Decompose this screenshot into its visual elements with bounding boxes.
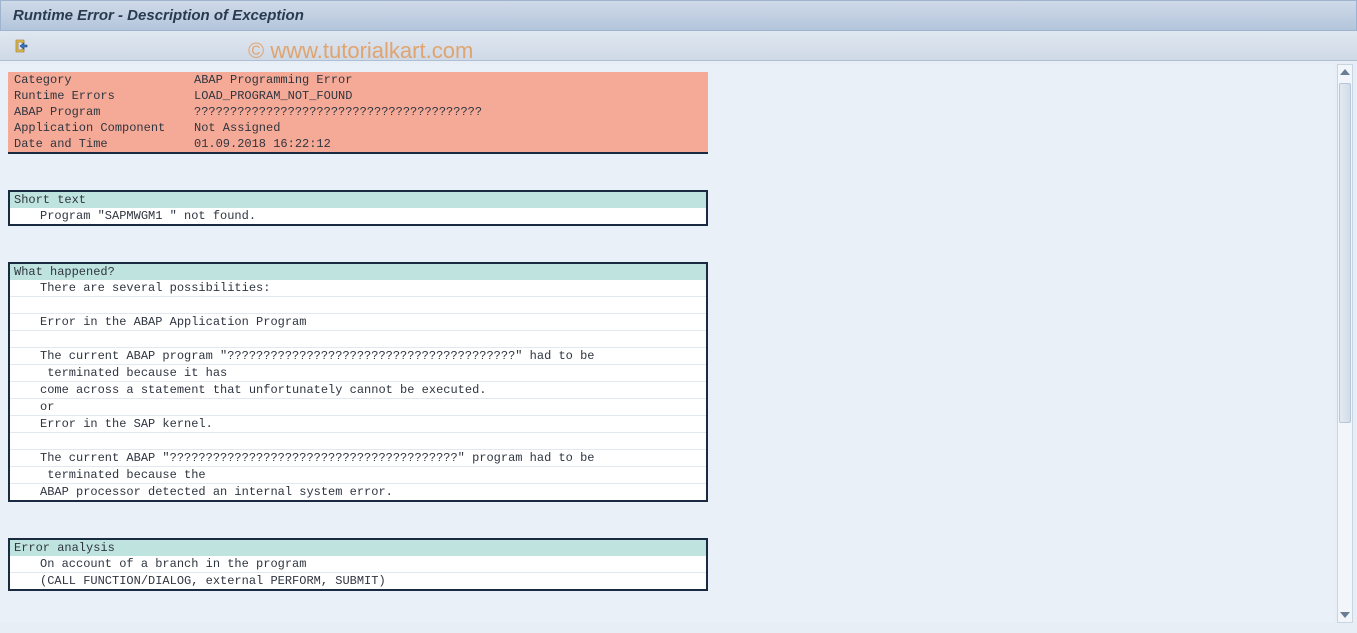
error-section: What happened?There are several possibil… — [8, 262, 708, 502]
scroll-thumb[interactable] — [1339, 83, 1351, 423]
section-title: What happened? — [10, 264, 706, 280]
scroll-down-arrow-icon[interactable] — [1340, 612, 1350, 618]
section-line: Error in the ABAP Application Program — [10, 313, 706, 330]
info-label: Runtime Errors — [8, 88, 188, 104]
info-value: LOAD_PROGRAM_NOT_FOUND — [188, 88, 708, 104]
section-line — [10, 296, 706, 313]
error-section: Short textProgram "SAPMWGM1 " not found. — [8, 190, 708, 226]
info-value: Not Assigned — [188, 120, 708, 136]
section-line: There are several possibilities: — [10, 280, 706, 296]
section-line — [10, 432, 706, 449]
section-body: There are several possibilities: Error i… — [10, 280, 706, 500]
section-line: terminated because the — [10, 466, 706, 483]
toolbar — [0, 31, 1357, 61]
info-value: ABAP Programming Error — [188, 72, 708, 88]
info-label: Application Component — [8, 120, 188, 136]
info-label: Date and Time — [8, 136, 188, 153]
section-line: or — [10, 398, 706, 415]
section-line: come across a statement that unfortunate… — [10, 381, 706, 398]
table-row: CategoryABAP Programming Error — [8, 72, 708, 88]
exit-button[interactable] — [10, 35, 32, 57]
info-label: Category — [8, 72, 188, 88]
section-line: The current ABAP "??????????????????????… — [10, 449, 706, 466]
error-section: Error analysisOn account of a branch in … — [8, 538, 708, 591]
exit-icon — [13, 38, 29, 54]
section-title: Error analysis — [10, 540, 706, 556]
scroll-up-arrow-icon[interactable] — [1340, 69, 1350, 75]
content-area: CategoryABAP Programming ErrorRuntime Er… — [0, 64, 1335, 623]
section-line: ABAP processor detected an internal syst… — [10, 483, 706, 500]
info-label: ABAP Program — [8, 104, 188, 120]
page-title-bar: Runtime Error - Description of Exception — [0, 0, 1357, 31]
section-body: On account of a branch in the program(CA… — [10, 556, 706, 589]
info-value: 01.09.2018 16:22:12 — [188, 136, 708, 153]
error-info-table: CategoryABAP Programming ErrorRuntime Er… — [8, 72, 708, 154]
section-line — [10, 330, 706, 347]
section-body: Program "SAPMWGM1 " not found. — [10, 208, 706, 224]
page-title: Runtime Error - Description of Exception — [13, 7, 304, 24]
section-line: (CALL FUNCTION/DIALOG, external PERFORM,… — [10, 572, 706, 589]
table-row: Date and Time01.09.2018 16:22:12 — [8, 136, 708, 153]
section-line: terminated because it has — [10, 364, 706, 381]
vertical-scrollbar[interactable] — [1337, 64, 1353, 623]
table-row: ABAP Program????????????????????????????… — [8, 104, 708, 120]
table-row: Runtime ErrorsLOAD_PROGRAM_NOT_FOUND — [8, 88, 708, 104]
section-line: Error in the SAP kernel. — [10, 415, 706, 432]
section-title: Short text — [10, 192, 706, 208]
info-value: ???????????????????????????????????????? — [188, 104, 708, 120]
table-row: Application ComponentNot Assigned — [8, 120, 708, 136]
section-line: On account of a branch in the program — [10, 556, 706, 572]
section-line: The current ABAP program "??????????????… — [10, 347, 706, 364]
section-line: Program "SAPMWGM1 " not found. — [10, 208, 706, 224]
